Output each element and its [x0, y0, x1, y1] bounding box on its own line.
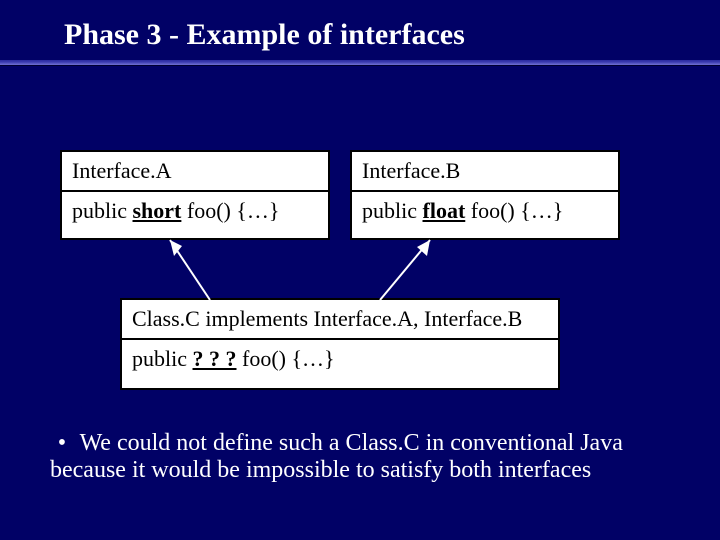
method-prefix: public: [132, 346, 193, 371]
class-c-method: public ? ? ? foo() {…}: [122, 340, 558, 378]
method-type: short: [133, 198, 182, 223]
method-suffix: foo() {…}: [181, 198, 279, 223]
slide-title: Phase 3 - Example of interfaces: [64, 18, 465, 52]
title-underline: [0, 60, 720, 66]
interface-a-method: public short foo() {…}: [62, 192, 328, 230]
method-suffix: foo() {…}: [237, 346, 335, 371]
interface-b-box: Interface.B public float foo() {…}: [350, 150, 620, 240]
interface-b-method: public float foo() {…}: [352, 192, 618, 230]
bullet-text: We could not define such a Class.C in co…: [50, 430, 623, 483]
method-type: float: [423, 198, 466, 223]
interface-b-header: Interface.B: [352, 152, 618, 192]
method-suffix: foo() {…}: [465, 198, 563, 223]
method-prefix: public: [362, 198, 423, 223]
class-c-box: Class.C implements Interface.A, Interfac…: [120, 298, 560, 390]
interface-a-box: Interface.A public short foo() {…}: [60, 150, 330, 240]
class-c-header: Class.C implements Interface.A, Interfac…: [122, 300, 558, 340]
bullet-marker: •: [50, 430, 74, 457]
method-prefix: public: [72, 198, 133, 223]
method-type: ? ? ?: [193, 346, 237, 371]
bullet-point: • We could not define such a Class.C in …: [50, 430, 650, 484]
interface-a-header: Interface.A: [62, 152, 328, 192]
